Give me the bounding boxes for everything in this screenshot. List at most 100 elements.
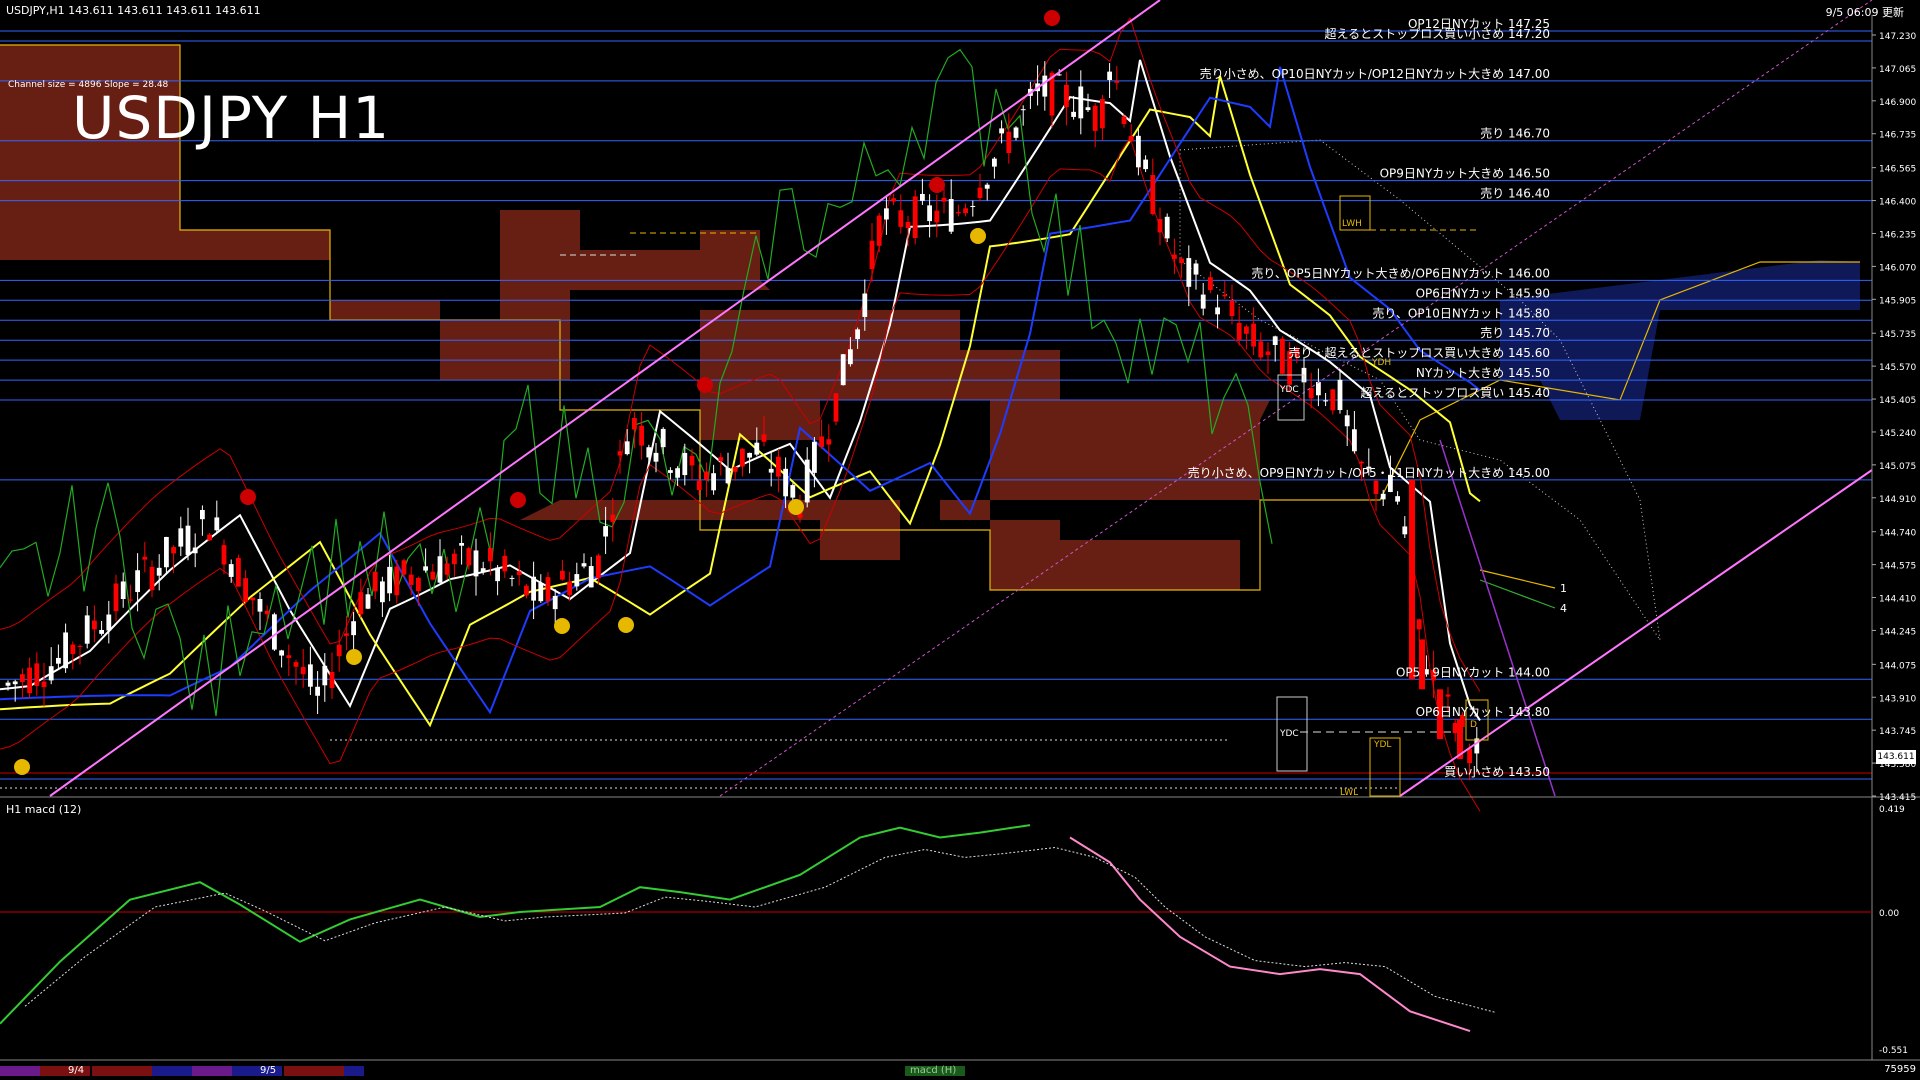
macd-tab-label[interactable]: macd (H) — [910, 1065, 956, 1076]
level-label: 売り小さめ、OP9日NYカット/OP5・11日NYカット大きめ 145.00 — [1188, 465, 1550, 480]
candle-up — [840, 354, 846, 386]
candle-up — [1042, 75, 1048, 97]
candle-down — [1222, 294, 1228, 297]
candle-down — [293, 662, 299, 667]
candle-down — [1445, 694, 1451, 697]
candle-down — [20, 674, 25, 683]
candle-down — [221, 545, 227, 565]
candle-up — [1020, 109, 1026, 111]
candle-down — [488, 548, 493, 562]
candle-down — [142, 556, 148, 560]
symbol-header: USDJPY,H1 143.611 143.611 143.611 143.61… — [6, 4, 261, 17]
candle-up — [603, 526, 608, 537]
chart-marker-label: YDH — [1371, 358, 1391, 368]
axis-tick-label: 146.235 — [1879, 230, 1916, 240]
date-label-2: 9/5 — [260, 1065, 277, 1076]
projection-1 — [1479, 569, 1556, 589]
candle-down — [466, 548, 472, 566]
signal-marker — [618, 617, 634, 633]
candle-up — [1337, 379, 1343, 411]
candle-up — [1323, 400, 1328, 402]
candle-up — [1316, 381, 1321, 396]
candle-up — [531, 576, 536, 601]
axis-tick-label: 145.075 — [1879, 462, 1916, 472]
candle-down — [891, 198, 896, 202]
candle-up — [999, 128, 1004, 134]
axis-tick-label: 147.230 — [1879, 32, 1916, 42]
candle-up — [984, 184, 990, 189]
candle-up — [1085, 107, 1091, 111]
signal-marker — [970, 228, 986, 244]
candle-up — [48, 666, 54, 681]
axis-tick-label: 144.245 — [1879, 627, 1916, 637]
signal-marker — [1044, 10, 1060, 26]
candle-up — [322, 665, 328, 686]
candle-down — [732, 466, 738, 472]
candle-down — [1251, 323, 1256, 347]
candle-up — [279, 650, 284, 656]
candle-down — [1092, 105, 1098, 131]
candle-down — [1280, 338, 1285, 374]
axis-tick-label: 145.240 — [1879, 429, 1916, 439]
candle-up — [1402, 526, 1408, 535]
candle-up — [178, 528, 184, 547]
candle-down — [689, 455, 695, 466]
chart-marker-label: D — [1470, 720, 1477, 730]
level-label: 売り・超えるとストップロス買い大きめ 145.60 — [1289, 345, 1550, 360]
candle-up — [84, 615, 90, 644]
update-timestamp: 9/5 06:09 更新 — [1825, 6, 1904, 19]
candle-up — [1143, 159, 1148, 170]
axis-tick-label: 146.900 — [1879, 98, 1916, 108]
candle-down — [236, 557, 241, 587]
level-label: OP6日NYカット 143.80 — [1416, 705, 1550, 719]
candle-down — [963, 208, 968, 214]
axis-tick-label: 146.400 — [1879, 198, 1916, 208]
candle-up — [12, 681, 18, 685]
candle-down — [617, 451, 623, 456]
candle-down — [1265, 351, 1271, 355]
candle-down — [401, 560, 407, 575]
candle-up — [768, 468, 774, 473]
candle-down — [718, 457, 724, 461]
candle-down — [524, 585, 529, 596]
candle-up — [552, 595, 558, 610]
candle-down — [761, 434, 767, 442]
signal-marker — [788, 499, 804, 515]
candle-down — [560, 570, 565, 580]
candle-up — [365, 594, 371, 609]
candle-down — [1467, 748, 1472, 764]
chart-canvas[interactable]: OP12日NYカット 147.25超えるとストップロス買い小さめ 147.20売… — [0, 0, 1920, 1080]
candle-up — [660, 428, 666, 448]
macd-tick-label: 0.419 — [1879, 805, 1905, 815]
candle-down — [250, 597, 256, 601]
level-label: 売り、OP10日NYカット 145.80 — [1372, 305, 1550, 320]
candle-up — [56, 657, 61, 664]
candle-up — [1107, 71, 1112, 81]
axis-tick-label: 144.575 — [1879, 562, 1916, 572]
candle-up — [272, 614, 277, 650]
candle-up — [1164, 216, 1170, 239]
candle-up — [668, 470, 673, 473]
candle-up — [495, 567, 500, 582]
level-label: 売り 145.70 — [1480, 325, 1550, 340]
candle-down — [876, 215, 882, 246]
candle-down — [956, 212, 961, 214]
candle-up — [1352, 429, 1357, 452]
level-label: 超えるとストップロス買い小さめ 147.20 — [1325, 26, 1550, 41]
period-segment — [152, 1066, 192, 1076]
candle-up — [812, 441, 817, 473]
candle-down — [41, 681, 47, 688]
axis-tick-label: 146.735 — [1879, 131, 1916, 141]
axis-tick-label: 144.075 — [1879, 661, 1916, 671]
candle-down — [149, 566, 155, 591]
candle-down — [1208, 277, 1213, 291]
chart-title: USDJPY H1 — [72, 84, 391, 152]
candle-down — [826, 439, 832, 445]
axis-tick-label: 147.065 — [1879, 65, 1916, 75]
candle-up — [848, 349, 853, 365]
candle-down — [300, 667, 306, 675]
candle-up — [214, 517, 220, 531]
candle-up — [437, 556, 443, 583]
candle-up — [228, 564, 234, 577]
candle-up — [1395, 496, 1400, 502]
